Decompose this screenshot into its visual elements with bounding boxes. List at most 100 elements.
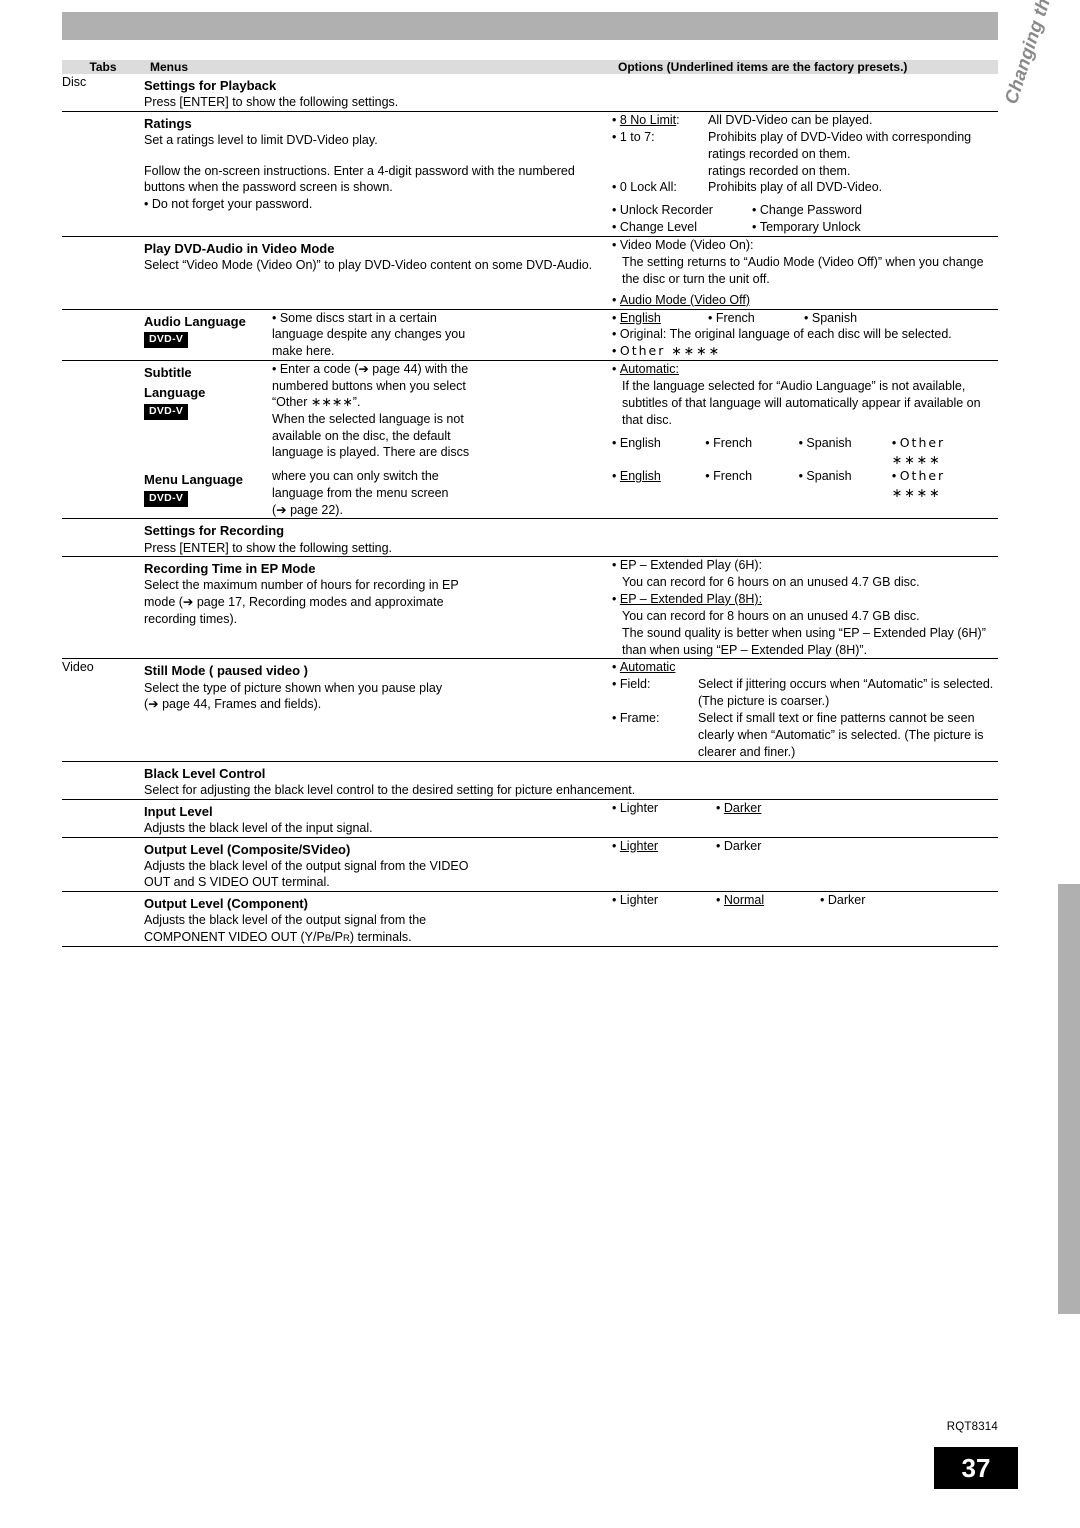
tab-spacer-9 xyxy=(62,798,144,837)
subtitle-language-cell: Subtitle Language DVD-V • Enter a code (… xyxy=(144,360,612,469)
lang-note-l10: where you can only switch the xyxy=(272,469,439,484)
lang-note-l7: When the selected language is not xyxy=(272,412,464,427)
settings-for-playback-cell: Settings for Playback Press [ENTER] to s… xyxy=(144,74,612,111)
output-level-component-desc1: Adjusts the black level of the output si… xyxy=(144,913,427,928)
lang-note-l5: numbered buttons when you select xyxy=(272,378,466,393)
menu-french: French xyxy=(713,469,753,484)
recording-time-ep-title: Recording Time in EP Mode xyxy=(144,561,316,577)
ratings-opt3-label: 0 Lock All xyxy=(619,180,674,195)
lang-note-l8: available on the disc, the default xyxy=(272,428,451,443)
recording-time-ep-options: • EP – Extended Play (6H): You can recor… xyxy=(612,556,998,659)
ratings-opt4: Unlock Recorder xyxy=(619,203,713,218)
input-level-darker: Darker xyxy=(723,800,762,815)
audio-lang-other: Other ∗∗∗∗ xyxy=(619,343,722,359)
row-menu-language: Menu Language DVD-V where you can only s… xyxy=(62,468,998,518)
header-menus: Menus xyxy=(144,60,612,74)
output-level-component-options: • Lighter • Normal • Darker xyxy=(612,891,998,947)
still-mode-title: Still Mode ( paused video ) xyxy=(144,663,308,679)
audio-language-cell: Audio Language DVD-V • Some discs start … xyxy=(144,308,612,361)
play-dvd-audio-cell: Play DVD-Audio in Video Mode Select “Vid… xyxy=(144,236,612,310)
recording-time-ep-cell: Recording Time in EP Mode Select the max… xyxy=(144,556,612,659)
menu-english: English xyxy=(619,469,661,484)
settings-for-playback-desc: Press [ENTER] to show the following sett… xyxy=(144,95,399,110)
play-dvd-audio-title: Play DVD-Audio in Video Mode xyxy=(144,241,335,257)
row-black-level-control: Black Level Control Select for adjusting… xyxy=(62,760,998,800)
header-tabs: Tabs xyxy=(62,60,144,74)
output-component-normal: Normal xyxy=(723,893,765,908)
still-opt3-text: Select if small text or fine patterns ca… xyxy=(698,711,984,759)
settings-for-recording-title: Settings for Recording xyxy=(144,523,285,539)
row-settings-for-playback: Disc Settings for Playback Press [ENTER]… xyxy=(62,74,998,111)
lang-note-l1: • Some discs start in a certain xyxy=(272,310,437,325)
ratings-opt5: Change Password xyxy=(759,203,863,218)
ratings-desc1: Set a ratings level to limit DVD-Video p… xyxy=(144,133,378,148)
tab-spacer-5 xyxy=(62,468,144,518)
ratings-opt3-text: Prohibits play of all DVD-Video. xyxy=(708,180,883,195)
black-level-control-desc: Select for adjusting the black level con… xyxy=(144,782,636,797)
still-mode-cell: Still Mode ( paused video ) Select the t… xyxy=(144,658,612,762)
ratings-options: • 8 No Limit: All DVD-Video can be playe… xyxy=(612,110,998,237)
ep-opt2-note: You can record for 8 hours on an unused … xyxy=(622,608,920,623)
row-audio-language: Audio Language DVD-V • Some discs start … xyxy=(62,308,998,361)
subtitle-spanish: Spanish xyxy=(806,435,852,450)
black-level-control-title: Black Level Control xyxy=(144,765,266,781)
side-grey-tab xyxy=(1058,884,1080,1314)
output-level-composite-desc2: OUT and S VIDEO OUT terminal. xyxy=(144,875,330,890)
subtitle-english: English xyxy=(619,435,661,450)
output-level-component-cell: Output Level (Component) Adjusts the bla… xyxy=(144,891,612,947)
tab-spacer-3 xyxy=(62,308,144,361)
play-dvd-audio-options: • Video Mode (Video On): The setting ret… xyxy=(612,236,998,310)
row-recording-time-ep: Recording Time in EP Mode Select the max… xyxy=(62,556,998,659)
menu-spanish: Spanish xyxy=(806,469,852,484)
subtitle-opt-automatic: Automatic: xyxy=(619,362,679,377)
audio-lang-spanish: Spanish xyxy=(811,310,858,325)
ratings-cell: Ratings Set a ratings level to limit DVD… xyxy=(144,110,612,237)
menu-language-title: Menu Language xyxy=(144,472,243,488)
tab-spacer-1 xyxy=(62,110,144,237)
still-opt3-label: Frame: xyxy=(619,711,660,726)
top-grey-bar xyxy=(62,12,998,40)
settings-for-recording-cell: Settings for Recording Press [ENTER] to … xyxy=(144,518,612,557)
subtitle-language-options: • Automatic: If the language selected fo… xyxy=(612,360,998,469)
settings-table: Tabs Menus Options (Underlined items are… xyxy=(62,60,998,947)
dvd-v-badge-audio: DVD-V xyxy=(144,331,189,348)
still-mode-options: • Automatic • Field: Select if jittering… xyxy=(612,658,998,762)
lang-note-l4: • Enter a code (➔ page 44) with the xyxy=(272,362,469,377)
input-level-title: Input Level xyxy=(144,803,213,819)
ratings-opt2-text: Prohibits play of DVD-Video with corresp… xyxy=(708,129,972,161)
dvd-v-badge-menu: DVD-V xyxy=(144,490,189,507)
row-settings-for-recording: Settings for Recording Press [ENTER] to … xyxy=(62,518,998,557)
lang-note-l2: language despite any changes you xyxy=(272,327,466,342)
still-opt1: Automatic xyxy=(619,660,676,675)
menu-language-cell: Menu Language DVD-V where you can only s… xyxy=(144,468,612,518)
settings-for-playback-options xyxy=(612,74,998,111)
tab-spacer-8 xyxy=(62,760,144,800)
table-header-row: Tabs Menus Options (Underlined items are… xyxy=(62,60,998,74)
row-subtitle-language: Subtitle Language DVD-V • Enter a code (… xyxy=(62,360,998,469)
ep-opt1: EP – Extended Play (6H): xyxy=(619,558,763,573)
menu-other: Other ∗∗∗∗ xyxy=(891,468,946,501)
tab-video: Video xyxy=(62,658,144,762)
row-still-mode: Video Still Mode ( paused video ) Select… xyxy=(62,658,998,762)
page-number: 37 xyxy=(934,1447,1018,1489)
menu-language-options: • English • French • Spanish • Other ∗∗∗… xyxy=(612,468,946,501)
ratings-title: Ratings xyxy=(144,115,192,131)
play-dvd-audio-opt1-note: The setting returns to “Audio Mode (Vide… xyxy=(622,254,984,286)
ep-opt1-note: You can record for 6 hours on an unused … xyxy=(622,575,920,590)
still-mode-desc1: Select the type of picture shown when yo… xyxy=(144,680,443,695)
output-level-composite-title: Output Level (Composite/SVideo) xyxy=(144,841,351,857)
lang-note-l3: make here. xyxy=(272,343,335,358)
ratings-desc3: • Do not forget your password. xyxy=(144,197,313,212)
audio-lang-french: French xyxy=(715,310,755,325)
subtitle-language-title-1: Subtitle xyxy=(144,365,192,381)
input-level-desc: Adjusts the black level of the input sig… xyxy=(144,820,373,835)
ratings-opt1-label: 8 No Limit xyxy=(619,112,677,127)
ratings-opt7: Temporary Unlock xyxy=(759,220,861,235)
row-ratings: Ratings Set a ratings level to limit DVD… xyxy=(62,110,998,237)
output-component-darker: Darker xyxy=(827,893,866,908)
output-composite-darker: Darker xyxy=(723,838,762,853)
audio-language-title: Audio Language xyxy=(144,313,246,329)
subtitle-other: Other ∗∗∗∗ xyxy=(891,434,946,467)
tab-spacer-6 xyxy=(62,518,144,557)
subtitle-language-title-2: Language xyxy=(144,385,206,401)
